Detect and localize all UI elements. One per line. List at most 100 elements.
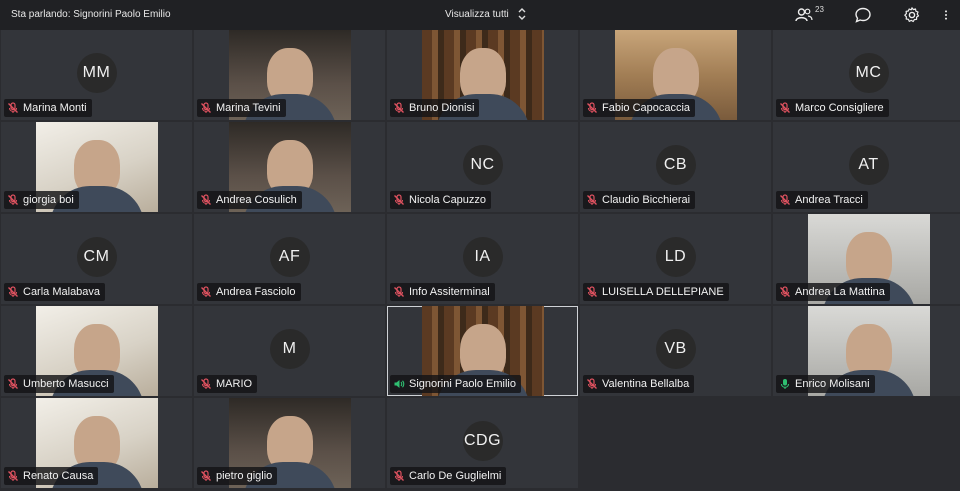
mic-muted-icon xyxy=(8,102,18,113)
chevron-up-down-icon xyxy=(518,8,526,20)
participants-count: 23 xyxy=(815,5,824,14)
participant-tile[interactable]: LD LUISELLA DELLEPIANE xyxy=(580,214,771,304)
participant-tile[interactable]: Renato Causa xyxy=(1,398,192,488)
name-tag: Marco Consigliere xyxy=(776,99,889,117)
empty-tile xyxy=(773,398,960,488)
name-tag: Enrico Molisani xyxy=(776,375,875,393)
name-tag: MARIO xyxy=(197,375,258,393)
participant-tile[interactable]: IA Info Assiterminal xyxy=(387,214,578,304)
participant-name: Andrea La Mattina xyxy=(795,286,885,298)
name-tag: Andrea Fasciolo xyxy=(197,283,301,301)
mic-muted-icon xyxy=(201,194,211,205)
participant-tile[interactable]: Bruno Dionisi xyxy=(387,30,578,120)
participant-tile[interactable]: Fabio Capocaccia xyxy=(580,30,771,120)
empty-tile xyxy=(580,398,771,488)
participant-tile[interactable]: MM Marina Monti xyxy=(1,30,192,120)
avatar: LD xyxy=(655,237,696,277)
participant-tile[interactable]: CM Carla Malabava xyxy=(1,214,192,304)
participant-name: Andrea Tracci xyxy=(795,194,863,206)
chat-bubble-icon xyxy=(855,7,871,23)
speaker-volume-icon xyxy=(394,380,405,388)
name-tag: Marina Tevini xyxy=(197,99,286,117)
participant-tile[interactable]: VB Valentina Bellalba xyxy=(580,306,771,396)
mic-muted-icon xyxy=(394,470,404,481)
mic-muted-icon xyxy=(201,102,211,113)
name-tag: Info Assiterminal xyxy=(390,283,495,301)
mic-muted-icon xyxy=(780,102,790,113)
avatar: MM xyxy=(76,53,117,93)
participant-name: LUISELLA DELLEPIANE xyxy=(602,286,724,298)
mic-muted-icon xyxy=(587,378,597,389)
mic-muted-icon xyxy=(201,470,211,481)
participant-tile[interactable]: Signorini Paolo Emilio xyxy=(387,306,578,396)
participant-tile[interactable]: Marina Tevini xyxy=(194,30,385,120)
participant-tile[interactable]: AF Andrea Fasciolo xyxy=(194,214,385,304)
participant-name: pietro giglio xyxy=(216,470,273,482)
participant-name: Claudio Bicchierai xyxy=(602,194,691,206)
gear-icon xyxy=(904,7,920,23)
mic-muted-icon xyxy=(201,378,211,389)
participant-tile[interactable]: Enrico Molisani xyxy=(773,306,960,396)
avatar: NC xyxy=(462,145,503,185)
avatar: M xyxy=(269,329,310,369)
mic-muted-icon xyxy=(8,378,18,389)
name-tag: Carla Malabava xyxy=(4,283,106,301)
chat-button[interactable] xyxy=(854,6,872,24)
avatar: CM xyxy=(76,237,117,277)
avatar: AF xyxy=(269,237,310,277)
participant-name: Marina Tevini xyxy=(216,102,281,114)
avatar: MC xyxy=(848,53,889,93)
more-options-button[interactable] xyxy=(940,6,952,24)
participant-tile[interactable]: Umberto Masucci xyxy=(1,306,192,396)
participant-name: Andrea Cosulich xyxy=(216,194,297,206)
avatar: CB xyxy=(655,145,696,185)
participant-tile[interactable]: NC Nicola Capuzzo xyxy=(387,122,578,212)
participant-tile[interactable]: pietro giglio xyxy=(194,398,385,488)
participant-name: Andrea Fasciolo xyxy=(216,286,296,298)
participant-name: Valentina Bellalba xyxy=(602,378,690,390)
participant-grid: MM Marina Monti Marina Tevini Bruno Dionisi… xyxy=(0,30,960,491)
participant-tile[interactable]: Andrea La Mattina xyxy=(773,214,960,304)
avatar: CDG xyxy=(462,421,503,461)
participant-name: Marco Consigliere xyxy=(795,102,884,114)
mic-muted-icon xyxy=(394,102,404,113)
mic-muted-icon xyxy=(394,286,404,297)
mic-muted-icon xyxy=(8,286,18,297)
mic-muted-icon xyxy=(8,470,18,481)
name-tag: Claudio Bicchierai xyxy=(583,191,696,209)
participant-name: Carlo De Guglielmi xyxy=(409,470,502,482)
participant-name: Marina Monti xyxy=(23,102,87,114)
participant-name: Fabio Capocaccia xyxy=(602,102,691,114)
participants-button[interactable]: 23 xyxy=(795,5,824,24)
participant-name: Renato Causa xyxy=(23,470,94,482)
mic-muted-icon xyxy=(587,102,597,113)
participant-name: Enrico Molisani xyxy=(795,378,870,390)
participant-tile[interactable]: MC Marco Consigliere xyxy=(773,30,960,120)
mic-icon xyxy=(780,379,790,389)
mic-muted-icon xyxy=(587,194,597,205)
more-vertical-icon xyxy=(945,10,947,20)
participant-tile[interactable]: CDG Carlo De Guglielmi xyxy=(387,398,578,488)
name-tag: Valentina Bellalba xyxy=(583,375,695,393)
view-mode-select[interactable]: Visualizza tutti xyxy=(445,7,527,21)
mic-muted-icon xyxy=(587,286,597,297)
participant-tile[interactable]: AT Andrea Tracci xyxy=(773,122,960,212)
name-tag: Nicola Capuzzo xyxy=(390,191,492,209)
participant-tile[interactable]: giorgia boi xyxy=(1,122,192,212)
participant-tile[interactable]: Andrea Cosulich xyxy=(194,122,385,212)
active-speaker-label: Sta parlando: Signorini Paolo Emilio xyxy=(11,9,171,20)
participant-name: Carla Malabava xyxy=(23,286,101,298)
name-tag: Andrea La Mattina xyxy=(776,283,890,301)
participant-tile[interactable]: CB Claudio Bicchierai xyxy=(580,122,771,212)
mic-muted-icon xyxy=(780,194,790,205)
settings-button[interactable] xyxy=(903,6,921,24)
name-tag: Fabio Capocaccia xyxy=(583,99,696,117)
name-tag: Andrea Cosulich xyxy=(197,191,302,209)
name-tag: Renato Causa xyxy=(4,467,99,485)
participant-tile[interactable]: M MARIO xyxy=(194,306,385,396)
name-tag: Signorini Paolo Emilio xyxy=(390,375,521,393)
top-bar: Sta parlando: Signorini Paolo Emilio Vis… xyxy=(0,0,960,30)
participant-name: Umberto Masucci xyxy=(23,378,109,390)
name-tag: pietro giglio xyxy=(197,467,278,485)
mic-muted-icon xyxy=(780,286,790,297)
